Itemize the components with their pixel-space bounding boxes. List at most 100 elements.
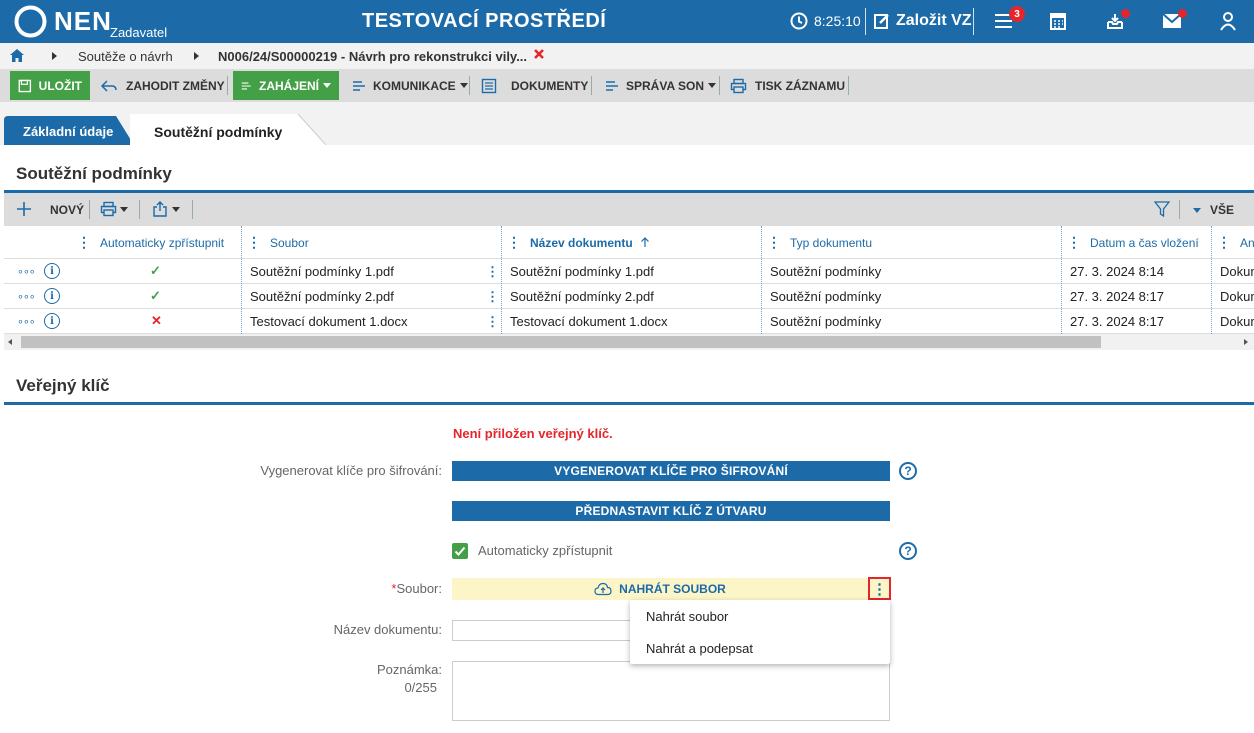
tab-bar: Základní údaje Soutěžní podmínky — [0, 102, 1254, 145]
column-menu-icon[interactable]: ⋮ — [767, 234, 781, 251]
upload-options-menu-icon[interactable]: ⋮ — [868, 577, 891, 600]
filter-icon[interactable] — [1154, 201, 1170, 218]
tab-basic-info-label: Základní údaje — [23, 124, 114, 139]
document-name-input[interactable] — [452, 620, 632, 641]
note-textarea[interactable] — [452, 661, 890, 721]
help-icon[interactable]: ? — [899, 462, 917, 480]
inbox-alert-dot — [1121, 9, 1130, 18]
documents-button[interactable]: DOKUMENTY — [481, 71, 588, 100]
row-actions-icon[interactable]: ∘∘∘ — [17, 259, 36, 284]
column-menu-icon[interactable]: ⋮ — [1217, 234, 1231, 251]
documents-label: DOKUMENTY — [511, 78, 589, 93]
communication-dropdown-button[interactable]: KOMUNIKACE — [352, 71, 468, 100]
grid-print-dropdown[interactable] — [100, 201, 128, 217]
toolbar-separator — [848, 76, 849, 95]
new-record-button[interactable]: NOVÝ — [50, 203, 84, 217]
add-icon[interactable] — [16, 201, 32, 217]
nen-logo-icon[interactable] — [14, 5, 47, 38]
document-name-cell: Testovací dokument 1.docx — [510, 314, 668, 329]
calculator-icon[interactable] — [1045, 8, 1071, 34]
row-info-icon[interactable]: i — [44, 263, 60, 279]
column-header-label: Automaticky zpřístupnit — [100, 235, 225, 250]
auto-access-value: ✓ — [150, 262, 161, 278]
column-header-anti[interactable]: ⋮ Anti — [1217, 226, 1254, 259]
save-icon — [18, 79, 32, 92]
column-menu-icon[interactable]: ⋮ — [507, 234, 521, 251]
son-icon — [606, 80, 618, 91]
column-header-document-type[interactable]: ⋮ Typ dokumentu — [767, 226, 872, 259]
upload-file-menu-item[interactable]: Nahrát soubor — [646, 609, 728, 624]
help-icon[interactable]: ? — [899, 542, 917, 560]
chevron-down-icon — [459, 83, 468, 88]
column-header-label: Název dokumentu — [530, 235, 633, 250]
column-header-file[interactable]: ⋮ Soubor — [247, 226, 309, 259]
upload-and-sign-menu-item[interactable]: Nahrát a podepsat — [646, 641, 753, 656]
print-record-button[interactable]: TISK ZÁZNAMU — [730, 71, 845, 100]
scrollbar-thumb[interactable] — [21, 336, 1101, 348]
create-vz-button[interactable]: Založit VZ — [896, 12, 972, 30]
edit-icon[interactable] — [869, 8, 895, 34]
chevron-down-icon — [323, 83, 331, 88]
toolbar-separator — [1179, 200, 1180, 219]
anti-cell: Dokum — [1220, 314, 1254, 329]
generate-keys-button[interactable]: VYGENEROVAT KLÍČE PRO ŠIFROVÁNÍ — [452, 461, 890, 481]
note-label: Poznámka: — [376, 662, 442, 677]
insert-date-cell: 27. 3. 2024 8:17 — [1070, 289, 1164, 304]
auto-access-checkbox[interactable] — [452, 543, 468, 559]
file-cell: Testovací dokument 1.docx — [250, 314, 408, 329]
sort-ascending-icon — [640, 237, 649, 247]
print-icon — [730, 78, 747, 93]
column-header-label: Datum a čas vložení — [1090, 235, 1199, 250]
breadcrumb-item-competitions[interactable]: Soutěže o návrh — [78, 49, 173, 64]
tab-basic-info[interactable]: Základní údaje — [4, 116, 134, 145]
row-info-icon[interactable]: i — [44, 288, 60, 304]
preset-key-button[interactable]: PŘEDNASTAVIT KLÍČ Z ÚTVARU — [452, 501, 890, 521]
toolbar-separator — [227, 76, 228, 95]
column-header-insert-date[interactable]: ⋮ Datum a čas vložení — [1067, 226, 1199, 259]
column-divider — [241, 226, 242, 334]
chevron-down-icon — [708, 83, 717, 88]
cell-menu-icon[interactable]: ⋮ — [486, 259, 499, 284]
cell-menu-icon[interactable]: ⋮ — [486, 284, 499, 309]
user-icon[interactable] — [1215, 8, 1241, 34]
horizontal-scrollbar[interactable] — [4, 334, 1254, 350]
son-label: SPRÁVA SON — [626, 78, 705, 93]
row-actions-icon[interactable]: ∘∘∘ — [17, 309, 36, 334]
insert-date-cell: 27. 3. 2024 8:14 — [1070, 264, 1164, 279]
column-header-document-name[interactable]: ⋮ Název dokumentu — [507, 226, 650, 259]
app-header: NEN Zadavatel TESTOVACÍ PROSTŘEDÍ 8:25:1… — [0, 0, 1254, 43]
breadcrumb-chevron-icon — [52, 52, 57, 60]
row-actions-icon[interactable]: ∘∘∘ — [17, 284, 36, 309]
column-menu-icon[interactable]: ⋮ — [1067, 234, 1081, 251]
print-icon — [100, 201, 117, 217]
insert-date-cell: 27. 3. 2024 8:17 — [1070, 314, 1164, 329]
column-header-auto-access[interactable]: ⋮ Automaticky zpřístupnit — [77, 226, 224, 259]
tab-competition-conditions[interactable]: Soutěžní podmínky — [130, 114, 326, 145]
save-button[interactable]: ULOŽIT — [10, 71, 90, 100]
discard-changes-button[interactable]: ZAHODIT ZMĚNY — [100, 71, 225, 100]
start-dropdown-button[interactable]: ZAHÁJENÍ — [233, 71, 339, 100]
row-info-icon[interactable]: i — [44, 313, 60, 329]
column-menu-icon[interactable]: ⋮ — [247, 234, 261, 251]
auto-access-label: Automaticky zpřístupnit — [478, 543, 613, 558]
checkmark-icon — [454, 546, 466, 556]
son-management-dropdown-button[interactable]: SPRÁVA SON — [605, 71, 717, 100]
section-title-conditions: Soutěžní podmínky — [16, 164, 172, 183]
discard-label: ZAHODIT ZMĚNY — [126, 78, 225, 93]
filter-scope-dropdown[interactable]: VŠE — [1193, 203, 1234, 217]
upload-file-label: NAHRÁT SOUBOR — [619, 582, 726, 596]
close-record-icon[interactable] — [533, 48, 545, 60]
cell-menu-icon[interactable]: ⋮ — [486, 309, 499, 334]
breadcrumb-item-current[interactable]: N006/24/S00000219 - Návrh pro rekonstruk… — [218, 49, 527, 64]
mail-alert-dot — [1178, 9, 1187, 18]
auto-access-value: ✓ — [150, 287, 161, 303]
toolbar-separator — [89, 200, 90, 219]
upload-file-button[interactable]: NAHRÁT SOUBOR — [452, 578, 868, 600]
clock-icon — [786, 8, 812, 34]
grid-export-dropdown[interactable] — [152, 201, 180, 217]
scroll-left-icon[interactable] — [8, 339, 12, 345]
action-toolbar: ULOŽIT ZAHODIT ZMĚNY ZAHÁJENÍ KOMUNIKACE… — [0, 69, 1254, 102]
home-icon[interactable] — [10, 49, 24, 62]
column-menu-icon[interactable]: ⋮ — [77, 234, 91, 251]
scroll-right-icon[interactable] — [1244, 339, 1248, 345]
